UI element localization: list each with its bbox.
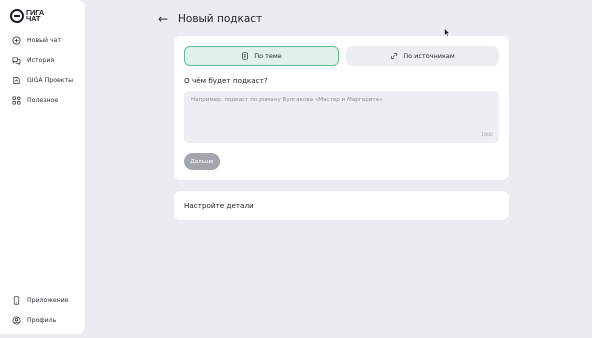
sidebar-item-giga-projects[interactable]: GIGA Проекты	[12, 76, 73, 85]
sidebar-item-label: Профиль	[27, 317, 57, 324]
phone-icon	[13, 296, 20, 305]
projects-icon	[13, 76, 20, 85]
char-counter: 1000	[481, 133, 493, 138]
details-card[interactable]: Настройте детали	[174, 191, 509, 220]
tab-label: По источникам	[403, 52, 455, 60]
link-icon	[390, 52, 398, 60]
document-icon	[242, 52, 248, 60]
sidebar-item-label: GIGA Проекты	[27, 77, 74, 84]
topic-input[interactable]	[184, 91, 499, 143]
sidebar-item-history[interactable]: История	[12, 56, 54, 65]
tab-by-sources[interactable]: По источникам	[346, 46, 499, 66]
podcast-form-card: По теме По источникам О чём будет подкас…	[174, 36, 509, 180]
page-title: Новый подкаст	[178, 13, 263, 25]
sidebar: ГИГА ЧАТ Новый чат История GIGA Проекты …	[0, 0, 85, 334]
gigachat-logo[interactable]: ГИГА ЧАТ	[10, 8, 44, 23]
sidebar-item-profile[interactable]: Профиль	[12, 316, 56, 325]
sidebar-item-new-chat[interactable]: Новый чат	[12, 36, 61, 45]
plus-circle-icon	[12, 36, 21, 45]
next-button[interactable]: Дальше	[184, 153, 220, 170]
sidebar-item-useful[interactable]: Полезное	[12, 96, 58, 105]
sidebar-item-label: Новый чат	[27, 37, 62, 44]
tab-label: По теме	[254, 52, 282, 60]
topic-input-box: 1000	[184, 91, 499, 143]
sidebar-item-label: Приложение	[27, 297, 69, 304]
chat-bubbles-icon	[12, 57, 21, 65]
sidebar-item-label: История	[27, 57, 55, 64]
mouse-cursor-icon	[444, 28, 450, 37]
arrow-left-icon[interactable]: ←	[158, 12, 168, 26]
podcast-topic-question: О чём будет подкаст?	[184, 76, 268, 85]
sidebar-item-app[interactable]: Приложение	[12, 296, 69, 305]
details-label: Настройте детали	[184, 201, 254, 210]
logo-text-line2: ЧАТ	[26, 14, 41, 23]
profile-icon	[12, 316, 21, 325]
logo-mark-icon	[10, 9, 24, 23]
tab-by-topic[interactable]: По теме	[184, 46, 339, 66]
grid-icon	[12, 96, 21, 105]
sidebar-item-label: Полезное	[27, 97, 59, 104]
